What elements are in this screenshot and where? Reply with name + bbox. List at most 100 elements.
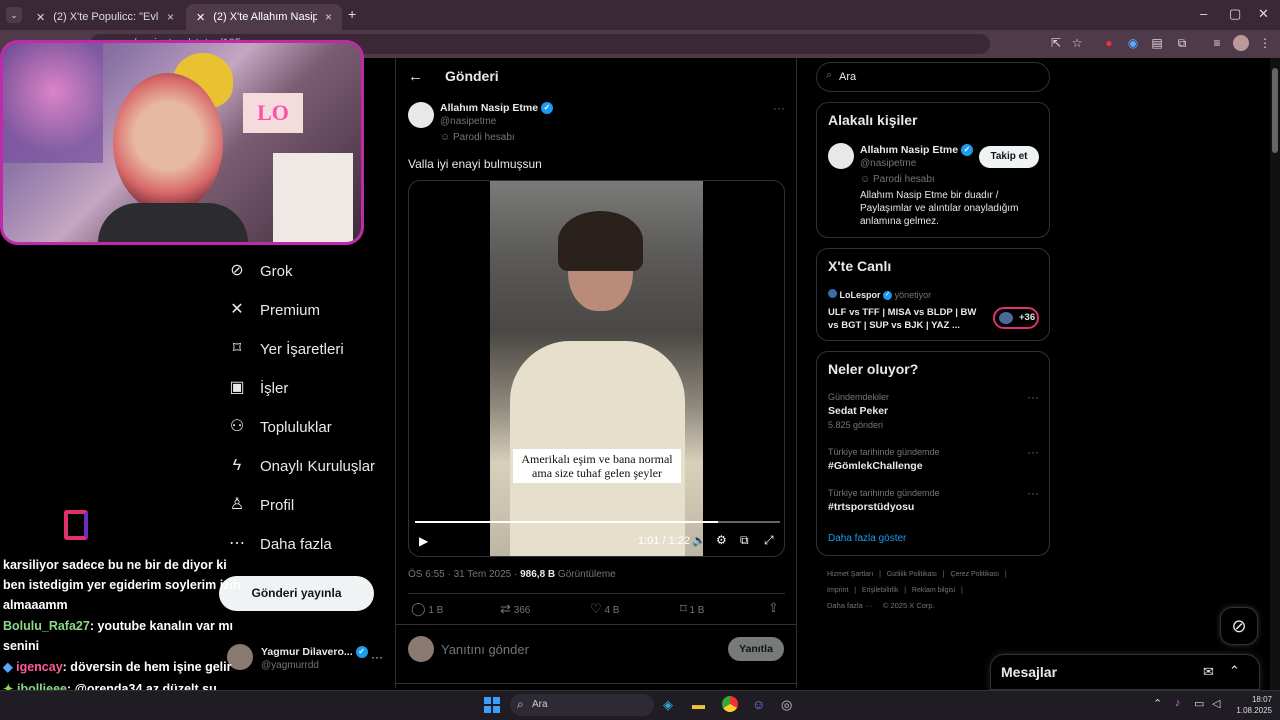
like-action[interactable]: ♡ 4 B <box>590 601 619 617</box>
repost-action[interactable]: ⇄ 366 <box>500 601 530 617</box>
grok-icon[interactable]: ⊘ <box>1220 607 1258 645</box>
avatar[interactable] <box>1233 35 1249 51</box>
volume-icon[interactable]: 🔈 <box>692 534 706 547</box>
account-name[interactable]: Yagmur Dilavero... ✓ <box>261 646 368 659</box>
webcam-overlay: LO <box>0 40 364 245</box>
playlist-icon[interactable]: ≡ <box>1209 35 1225 51</box>
video-frame <box>490 181 703 556</box>
new-tab-button[interactable]: + <box>348 6 356 22</box>
avatar[interactable] <box>408 102 434 128</box>
pip-icon[interactable]: ⧉ <box>740 533 749 548</box>
copilot-icon[interactable]: ◈ <box>663 697 673 713</box>
more-icon[interactable]: ··· <box>1027 390 1039 404</box>
post-text: Valla iyi enayi bulmuşsun <box>408 157 542 171</box>
show-more-link[interactable]: Daha fazla göster <box>828 533 906 544</box>
reply-button[interactable]: Yanıtla <box>728 637 784 661</box>
parody-label: ☺ Parodi hesabı <box>440 132 515 143</box>
windows-start-icon[interactable] <box>484 697 500 713</box>
trend-name[interactable]: Sedat Peker <box>828 405 888 417</box>
nav-item-profile[interactable]: ♙ Profil <box>228 496 294 514</box>
tab-list-button[interactable]: ⌄ <box>6 7 22 23</box>
x-logo-icon: ✕ <box>36 11 46 24</box>
related-handle[interactable]: @nasipetme <box>860 158 916 169</box>
divider <box>395 624 797 625</box>
chat-message: karsiliyor sadece bu ne bir de diyor ki … <box>3 558 241 612</box>
reply-action[interactable]: ◯ 1 B <box>411 601 443 617</box>
reply-input[interactable]: Yanıtını gönder <box>441 642 529 657</box>
avatar <box>408 636 434 662</box>
puzzle-icon[interactable]: ⧉ <box>1174 35 1190 51</box>
star-icon[interactable]: ☆ <box>1069 35 1085 51</box>
trend-name[interactable]: #GömlekChallenge <box>828 460 923 472</box>
back-arrow-icon[interactable]: ← <box>408 68 423 85</box>
trends-card: Neler oluyor? Gündemdekiler Sedat Peker … <box>816 351 1050 556</box>
folder-icon[interactable]: ▬ <box>692 697 705 712</box>
more-icon[interactable]: ··· <box>1027 445 1039 459</box>
nav-item-jobs[interactable]: ▣ İşler <box>228 379 288 397</box>
chevron-up-icon[interactable]: ⌃ <box>1153 697 1162 710</box>
fullscreen-icon[interactable]: ⤢ <box>764 533 774 548</box>
person-icon: ♙ <box>229 496 245 513</box>
maximize-icon[interactable]: ▢ <box>1229 6 1241 22</box>
extension-icon[interactable]: ◉ <box>1125 35 1141 51</box>
play-icon[interactable]: ▶ <box>419 534 428 548</box>
menu-icon[interactable]: ⋮ <box>1257 35 1273 51</box>
tab-nasipetme[interactable]: ✕ (2) X'te Allahım Nasip Etme: "Va... × <box>186 4 342 30</box>
obs-icon[interactable]: ◎ <box>781 697 792 713</box>
follow-button[interactable]: Takip et <box>979 146 1039 168</box>
chrome-icon[interactable] <box>722 696 738 712</box>
more-icon[interactable]: ··· <box>773 101 785 115</box>
nav-item-premium[interactable]: ✕ Premium <box>228 301 320 319</box>
chevron-up-icon[interactable]: ⌃ <box>1229 663 1240 679</box>
divider <box>395 683 797 684</box>
more-icon[interactable]: ··· <box>1027 486 1039 500</box>
video-progress-fill <box>415 521 718 523</box>
footer-links[interactable]: Imprint | Erişilebilirlik | Reklam bilgi… <box>827 587 963 594</box>
nav-item-bookmarks[interactable]: ⌑ Yer İşaretleri <box>228 340 344 358</box>
scrollbar-thumb[interactable] <box>1272 68 1278 153</box>
avatar[interactable] <box>828 143 854 169</box>
trend-name[interactable]: #trtsporstüdyosu <box>828 501 914 513</box>
volume-icon[interactable]: ◁ <box>1212 697 1220 710</box>
share-icon[interactable]: ⇪ <box>768 600 779 616</box>
messages-drawer[interactable]: Mesajlar ✉ ⌃ <box>990 654 1260 690</box>
extension-icon[interactable]: ▤ <box>1149 35 1165 51</box>
live-title[interactable]: ULF vs TFF | MISA vs BLDP | BW vs BGT | … <box>828 306 988 332</box>
communities-icon: ⚇ <box>229 418 245 435</box>
footer-copyright[interactable]: Daha fazla ··· © 2025 X Corp. <box>827 601 935 610</box>
chat-message: ◆ igencay: döversin de hem işine gelir <box>3 660 232 674</box>
author-name[interactable]: Allahım Nasip Etme ✓ <box>440 102 553 115</box>
minimize-icon[interactable]: – <box>1200 6 1207 21</box>
video-player[interactable]: Amerikalı eşim ve bana normal ama size t… <box>408 180 785 557</box>
nav-item-grok[interactable]: ⊘ Grok <box>228 262 292 280</box>
clock[interactable]: 18:07 1.08.2025 <box>1232 694 1272 716</box>
bookmark-action[interactable]: ⌑ 1 B <box>680 601 704 617</box>
extension-icon[interactable]: ● <box>1101 35 1117 51</box>
nav-item-communities[interactable]: ⚇ Topluluklar <box>228 418 332 436</box>
new-message-icon[interactable]: ✉ <box>1203 664 1214 680</box>
settings-icon[interactable]: ⚙ <box>716 533 727 547</box>
close-window-icon[interactable]: ✕ <box>1258 6 1269 22</box>
nav-item-verified-orgs[interactable]: ϟ Onaylı Kuruluşlar <box>228 457 375 475</box>
more-icon[interactable]: ··· <box>371 650 383 664</box>
bookmark-icon: ⌑ <box>680 601 687 616</box>
close-icon[interactable]: × <box>325 10 332 24</box>
footer-links[interactable]: Hizmet Şartları | Gizlilik Politikası | … <box>827 571 1007 578</box>
video-progress-track[interactable] <box>415 521 780 523</box>
live-host[interactable]: LoLespor ✓ yönetiyor <box>828 289 931 301</box>
tab-populicc[interactable]: ✕ (2) X'te Populicc: "Evlilik teklifi ..… <box>26 4 184 30</box>
scrollbar[interactable] <box>1270 58 1280 690</box>
display-icon[interactable]: ▭ <box>1194 697 1204 710</box>
taskbar-search[interactable]: ⌕ Ara <box>510 694 654 716</box>
messages-title: Mesajlar <box>1001 664 1058 680</box>
mic-icon[interactable]: ♪ <box>1175 697 1181 709</box>
live-listeners-badge[interactable]: +36 <box>993 307 1039 329</box>
install-icon[interactable]: ⇱ <box>1048 35 1064 51</box>
discord-icon[interactable]: ☺ <box>752 697 765 712</box>
search-input[interactable]: ⌕ Ara <box>816 62 1050 92</box>
divider <box>408 593 785 594</box>
nav-item-more[interactable]: ⋯ Daha fazla <box>228 535 332 553</box>
author-handle[interactable]: @nasipetme <box>440 116 496 127</box>
related-name[interactable]: Allahım Nasip Etme ✓ <box>860 144 973 157</box>
close-icon[interactable]: × <box>167 10 174 24</box>
